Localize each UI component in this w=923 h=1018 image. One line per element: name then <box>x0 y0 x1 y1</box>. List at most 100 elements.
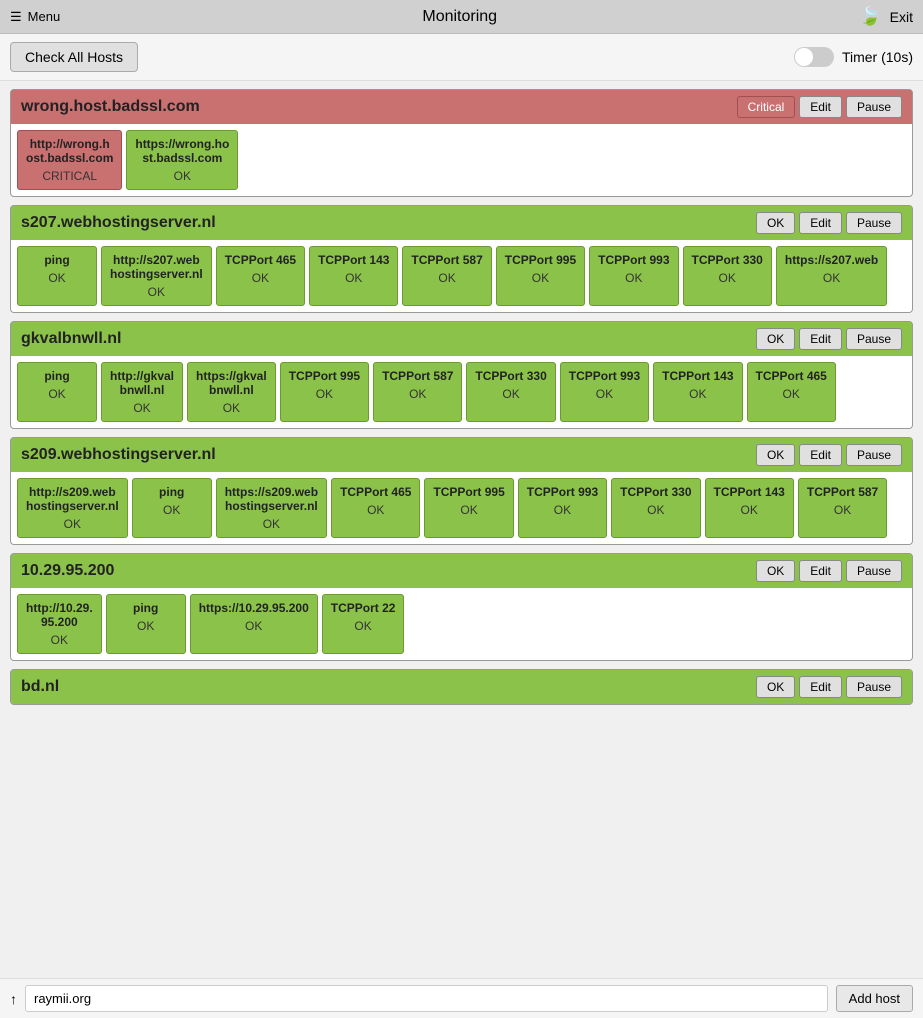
service-tile: TCPPort 993OK <box>518 478 607 538</box>
service-tile-status: OK <box>409 387 426 401</box>
service-tile-status: OK <box>252 271 269 285</box>
service-tile-status: OK <box>51 633 68 647</box>
service-tile: TCPPort 143 OK <box>653 362 742 422</box>
action-btn-edit[interactable]: Edit <box>799 444 842 466</box>
service-tile-name: TCPPort 993 <box>598 253 669 267</box>
service-tile: TCPPort 465OK <box>747 362 836 422</box>
action-btn-edit[interactable]: Edit <box>799 212 842 234</box>
service-tile: http://gkval bnwll.nl OK <box>101 362 183 422</box>
host-header-wrong-host-badssl: wrong.host.badssl.comCriticalEditPause <box>11 90 912 124</box>
action-btn-pause[interactable]: Pause <box>846 676 902 698</box>
service-tile-status: OK <box>532 271 549 285</box>
action-btn-ok[interactable]: OK <box>756 560 795 582</box>
service-tile: pingOK <box>17 362 97 422</box>
service-tile-status: OK <box>502 387 519 401</box>
host-header-10-29-95-200: 10.29.95.200OKEditPause <box>11 554 912 588</box>
service-tile-name: http://s209.web hostingserver.nl <box>26 485 119 513</box>
menu-button[interactable]: ☰ Menu <box>10 9 60 25</box>
exit-button[interactable]: Exit <box>890 9 913 25</box>
service-tile-name: TCPPort 465 <box>225 253 296 267</box>
service-tile: pingOK <box>106 594 186 654</box>
service-tile-status: OK <box>263 517 280 531</box>
service-tile-name: TCPPort 587 <box>382 369 453 383</box>
add-host-button[interactable]: Add host <box>836 985 913 1012</box>
service-tile-name: http://gkval bnwll.nl <box>110 369 174 397</box>
host-header-s209-webhostingserver: s209.webhostingserver.nlOKEditPause <box>11 438 912 472</box>
timer-toggle-switch[interactable] <box>794 47 834 67</box>
service-tile: TCPPort 465 OK <box>216 246 305 306</box>
action-btn-ok[interactable]: OK <box>756 328 795 350</box>
service-tile-status: OK <box>133 401 150 415</box>
action-btn-pause[interactable]: Pause <box>846 328 902 350</box>
service-tile-status: OK <box>64 517 81 531</box>
service-tile-name: TCPPort 993 <box>527 485 598 499</box>
service-tile-name: TCPPort 330 <box>475 369 546 383</box>
add-host-input[interactable] <box>25 985 828 1012</box>
services-grid: ping OK http://s207.web hostingserver.nl OK… <box>11 240 912 312</box>
service-tile-name: TCPPort 995 <box>289 369 360 383</box>
service-tile: http://wrong.h ost.badssl.comCRITICAL <box>17 130 122 190</box>
host-actions: CriticalEditPause <box>737 96 902 118</box>
service-tile: TCPPort 995 OK <box>424 478 513 538</box>
service-tile: TCPPort 587OK <box>402 246 491 306</box>
service-tile: pingOK <box>132 478 212 538</box>
host-name: gkvalbnwll.nl <box>21 330 121 348</box>
action-btn-ok[interactable]: OK <box>756 212 795 234</box>
timer-label: Timer (10s) <box>842 49 913 65</box>
action-btn-pause[interactable]: Pause <box>846 444 902 466</box>
action-btn-critical[interactable]: Critical <box>737 96 796 118</box>
action-btn-edit[interactable]: Edit <box>799 328 842 350</box>
service-tile-status: OK <box>174 169 191 183</box>
timer-toggle-container: Timer (10s) <box>794 47 913 67</box>
service-tile-name: TCPPort 587 <box>411 253 482 267</box>
service-tile-name: TCPPort 465 <box>756 369 827 383</box>
service-tile-name: https://s207.web <box>785 253 878 267</box>
action-btn-edit[interactable]: Edit <box>799 560 842 582</box>
service-tile-name: http://10.29. 95.200 <box>26 601 93 629</box>
menu-label: Menu <box>28 9 61 24</box>
action-btn-ok[interactable]: OK <box>756 676 795 698</box>
service-tile-status: OK <box>596 387 613 401</box>
service-tile-status: OK <box>460 503 477 517</box>
service-tile: TCPPort 995OK <box>496 246 585 306</box>
host-header-s207-webhostingserver: s207.webhostingserver.nlOKEditPause <box>11 206 912 240</box>
service-tile: TCPPort 330 OK <box>466 362 555 422</box>
menu-icon: ☰ <box>10 9 22 25</box>
action-btn-ok[interactable]: OK <box>756 444 795 466</box>
service-tile-status: OK <box>647 503 664 517</box>
action-btn-pause[interactable]: Pause <box>846 96 902 118</box>
service-tile-status: CRITICAL <box>42 169 97 183</box>
check-all-button[interactable]: Check All Hosts <box>10 42 138 72</box>
service-tile: https://10.29.95.200OK <box>190 594 318 654</box>
service-tile-status: OK <box>345 271 362 285</box>
service-tile-name: ping <box>44 369 69 383</box>
service-tile-status: OK <box>316 387 333 401</box>
service-tile: https://gkval bnwll.nlOK <box>187 362 276 422</box>
service-tile-name: TCPPort 993 <box>569 369 640 383</box>
service-tile-name: ping <box>44 253 69 267</box>
service-tile-name: TCPPort 330 <box>620 485 691 499</box>
service-tile-name: http://s207.web hostingserver.nl <box>110 253 203 281</box>
service-tile-name: TCPPort 995 <box>433 485 504 499</box>
host-actions: OKEditPause <box>756 212 902 234</box>
service-tile-name: ping <box>133 601 158 615</box>
host-actions: OKEditPause <box>756 560 902 582</box>
bottom-bar: ↑ Add host <box>0 978 923 1018</box>
service-tile: TCPPort 22OK <box>322 594 405 654</box>
host-card-s209-webhostingserver: s209.webhostingserver.nlOKEditPausehttp:… <box>10 437 913 545</box>
services-grid: http://10.29. 95.200 OK pingOKhttps://10.2… <box>11 588 912 660</box>
service-tile-name: https://gkval bnwll.nl <box>196 369 267 397</box>
action-btn-edit[interactable]: Edit <box>799 676 842 698</box>
service-tile-status: OK <box>689 387 706 401</box>
service-tile-name: TCPPort 143 <box>662 369 733 383</box>
action-btn-pause[interactable]: Pause <box>846 212 902 234</box>
action-btn-edit[interactable]: Edit <box>799 96 842 118</box>
host-card-gkvalbnwll: gkvalbnwll.nlOKEditPausepingOKhttp://gkv… <box>10 321 913 429</box>
services-grid: pingOKhttp://gkval bnwll.nlOKhttps://gkv… <box>11 356 912 428</box>
top-bar-right: 🍃 Exit <box>859 6 913 27</box>
service-tile: https://s209.web hostingserver.nlOK <box>216 478 327 538</box>
action-btn-pause[interactable]: Pause <box>846 560 902 582</box>
host-actions: OKEditPause <box>756 328 902 350</box>
services-grid: http://s209.web hostingserver.nl OK pingOK… <box>11 472 912 544</box>
service-tile-name: TCPPort 465 <box>340 485 411 499</box>
